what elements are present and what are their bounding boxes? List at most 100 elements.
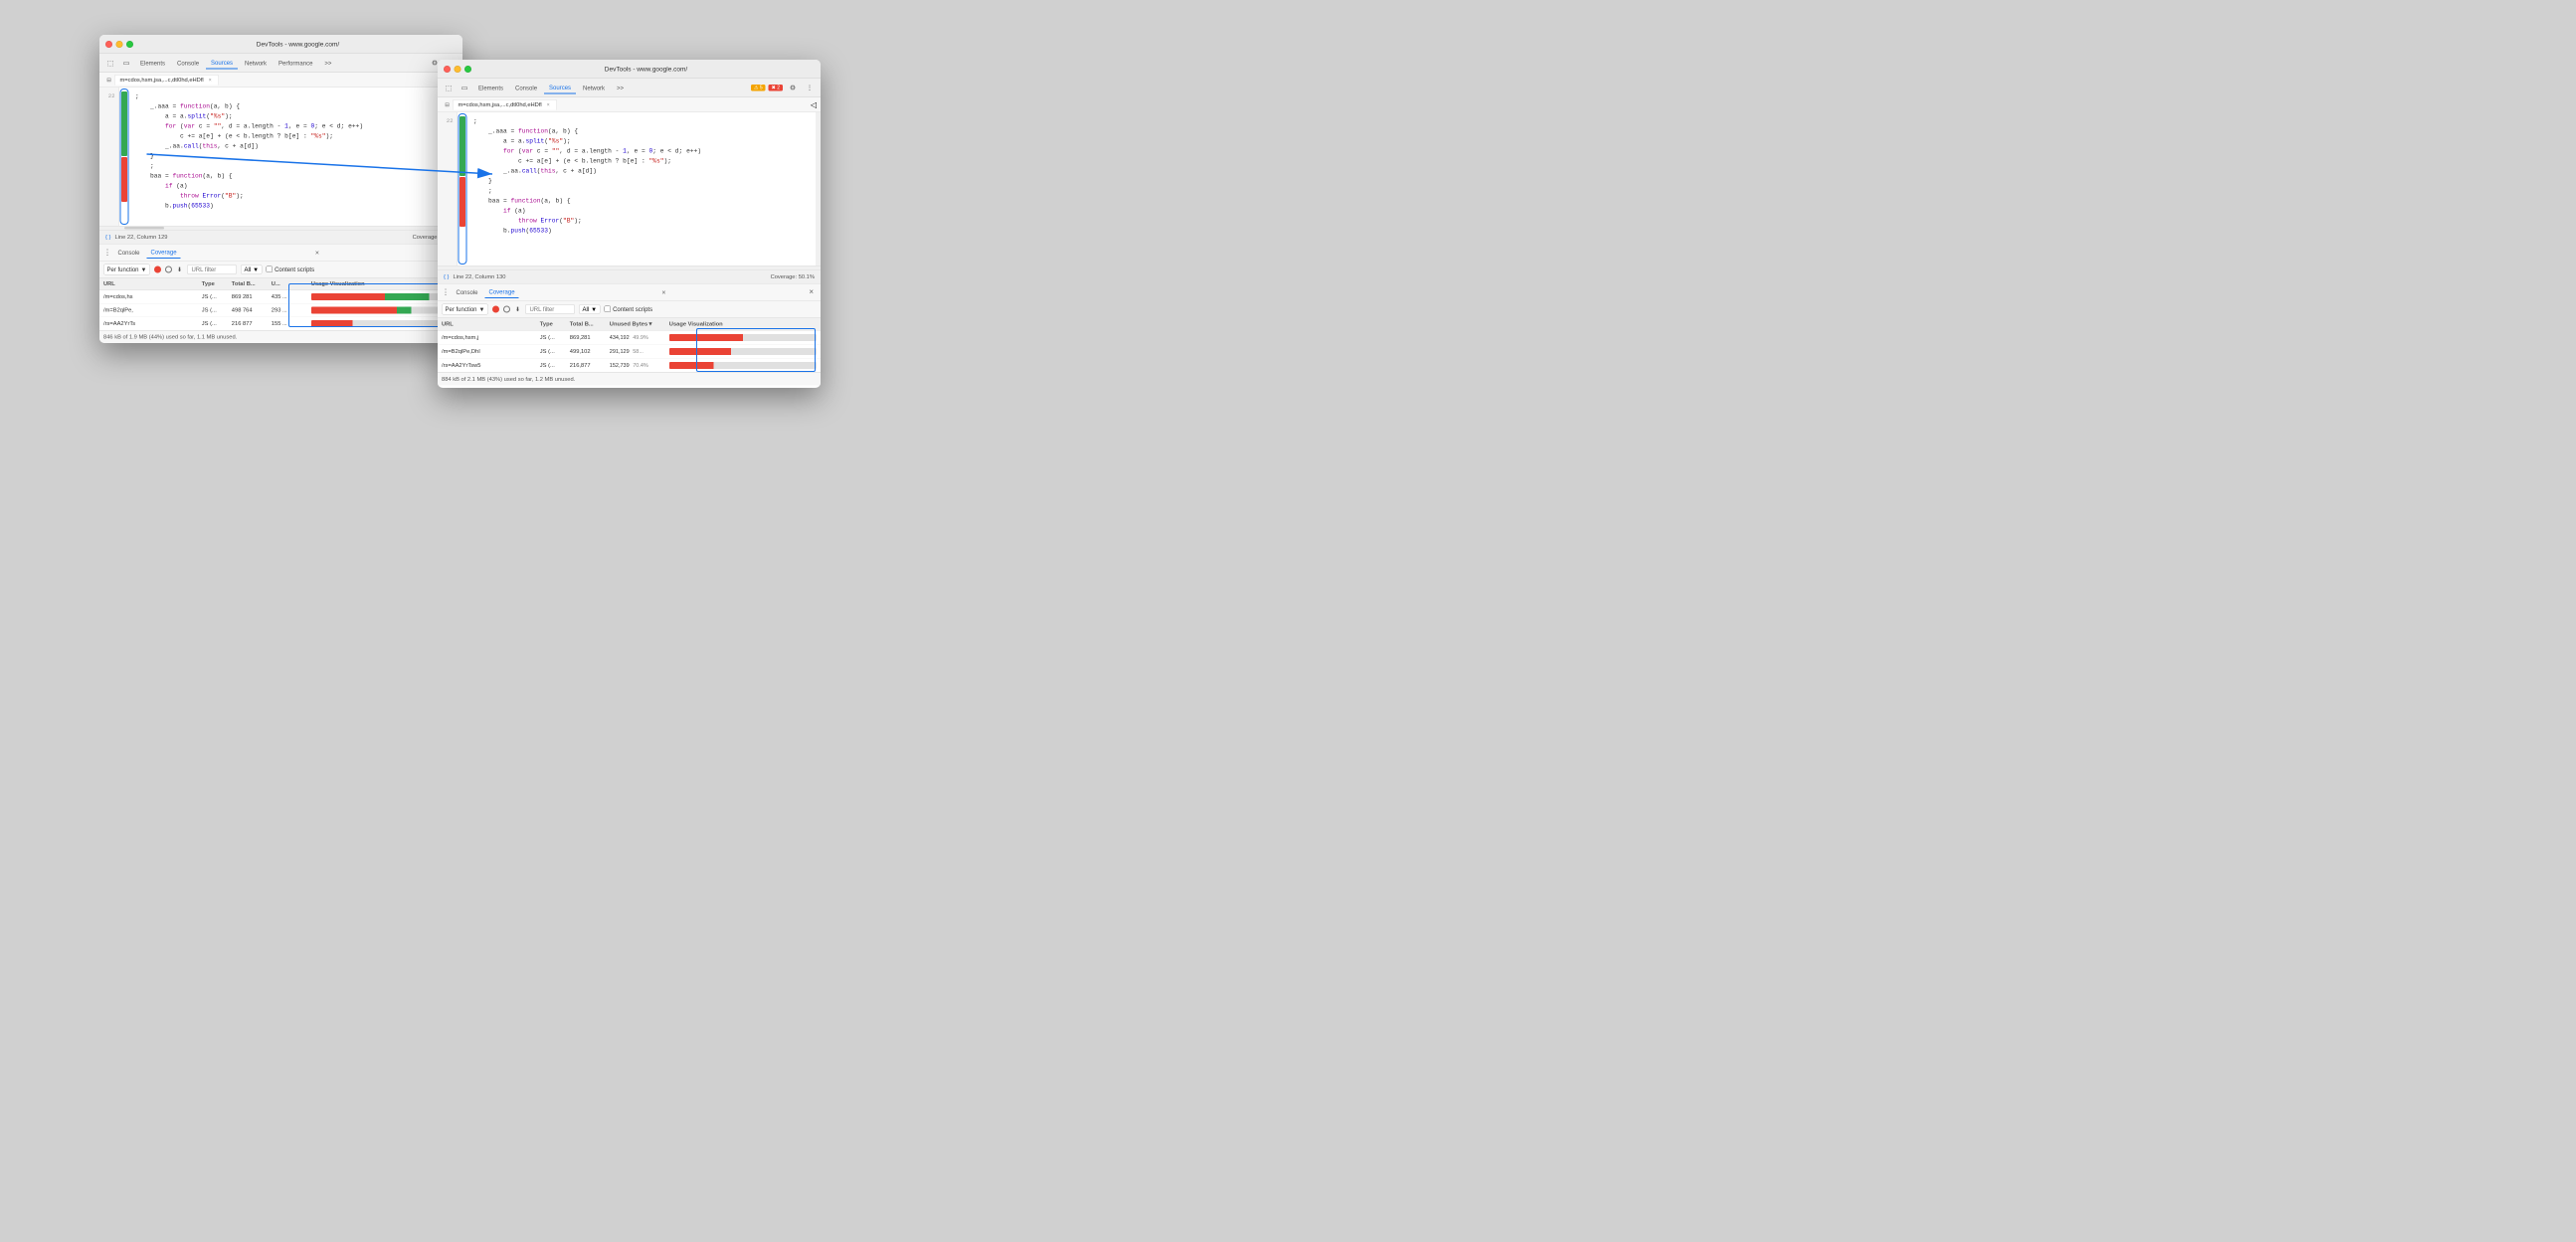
right-devtools-toolbar: ⬚ ▭ Elements Console Sources Network >> … (438, 79, 821, 97)
left-all-label: All (244, 266, 251, 272)
right-tab-coverage[interactable]: Coverage (485, 286, 519, 298)
left-tab-console[interactable]: Console (114, 247, 144, 258)
right-per-function-btn[interactable]: Per function ▼ (442, 303, 488, 314)
right-coverage-status: Coverage: 50.1% (771, 273, 815, 279)
left-panel-dots[interactable]: ⋮ (103, 248, 111, 258)
right-scrollbar[interactable] (816, 112, 821, 266)
right-tab-console[interactable]: Console (453, 286, 482, 297)
code-line-9: baa = function(a, b) { (135, 171, 452, 181)
right-panel-area: ⋮ Console Coverage × × Per function ▼ ⬇ … (438, 283, 821, 388)
right-content-scripts-checkbox[interactable] (605, 306, 612, 313)
close-button[interactable] (105, 41, 112, 48)
right-panel-right-close[interactable]: × (809, 287, 814, 296)
right-all-label: All (582, 305, 589, 312)
tab-more[interactable]: >> (319, 58, 336, 69)
tab-performance[interactable]: Performance (274, 58, 317, 69)
left-row2-vis-extra (397, 307, 412, 314)
traffic-lights (105, 41, 133, 48)
right-minimize-button[interactable] (455, 66, 461, 73)
left-row2-unused: 293 ... (272, 307, 311, 313)
device-icon[interactable]: ▭ (119, 56, 133, 70)
right-code-line-8: ; (473, 186, 810, 196)
right-row3-vis (669, 362, 817, 369)
left-file-tab[interactable]: m=cdos,hsm,jsa,...c,dtl0hd,eHDfl × (114, 75, 219, 86)
left-content-scripts-label[interactable]: Content scripts (267, 266, 315, 272)
right-all-dropdown[interactable]: All ▼ (579, 304, 601, 314)
right-tab-sources[interactable]: Sources (544, 82, 576, 93)
right-tab-network[interactable]: Network (578, 83, 610, 93)
right-col-url-header: URL (442, 321, 540, 327)
right-clear-icon[interactable] (503, 305, 510, 312)
right-error-badge: ✖ 2 (769, 85, 783, 91)
left-per-function-label: Per function (107, 266, 139, 272)
right-status-bar: { } Line 22, Column 130 Coverage: 50.1% (438, 269, 821, 283)
right-device-icon[interactable]: ▭ (458, 81, 471, 94)
left-row2-url: /m=B2qlPe, (103, 307, 202, 313)
right-panel-dots[interactable]: ⋮ (442, 287, 450, 297)
left-row3-total: 216 877 (232, 320, 272, 326)
left-table-row-2[interactable]: /m=B2qlPe, JS (... 498 764 293 ... (99, 304, 462, 317)
right-record-icon[interactable] (492, 305, 499, 312)
left-file-tab-close[interactable]: × (207, 77, 214, 84)
tab-network[interactable]: Network (240, 58, 272, 69)
right-panel-close[interactable]: × (658, 286, 669, 297)
right-row1-unused: 434,192 49.9% (610, 334, 669, 340)
left-url-filter[interactable] (187, 265, 237, 274)
right-tab-more[interactable]: >> (612, 83, 629, 93)
left-col-unused-header: U... (272, 281, 311, 287)
right-coverage-gutter (458, 112, 467, 266)
maximize-button[interactable] (126, 41, 133, 48)
left-row2-vis-used (311, 307, 397, 314)
right-table-row-2[interactable]: /m=B2qlPe,DhI JS (... 499,102 291,129 58… (438, 345, 821, 359)
right-download-icon[interactable]: ⬇ (514, 305, 521, 312)
right-content-scripts-label[interactable]: Content scripts (605, 305, 653, 312)
tab-elements[interactable]: Elements (135, 58, 170, 69)
left-coverage-table: URL Type Total B... U... Usage Visualiza… (99, 278, 462, 344)
right-sidebar-toggle[interactable]: ⊟ (442, 99, 453, 110)
right-code-line-12: b.push(65533) (473, 226, 810, 236)
right-collapse-icon[interactable]: ◁ (811, 99, 817, 109)
right-table-row-3[interactable]: /rs=AA2YrTsw5 JS (... 216,877 152,739 70… (438, 359, 821, 373)
left-content-scripts-checkbox[interactable] (267, 266, 274, 273)
code-line-2: _.aaa = function(a, b) { (135, 101, 452, 111)
right-table-header: URL Type Total B... Unused Bytes▼ Usage … (438, 318, 821, 331)
left-per-function-btn[interactable]: Per function ▼ (103, 264, 150, 274)
left-record-icon[interactable] (154, 266, 161, 272)
left-coverage-gutter (119, 88, 129, 226)
right-window-title: DevTools - www.google.com/ (477, 66, 815, 74)
right-maximize-button[interactable] (464, 66, 471, 73)
sidebar-toggle-icon[interactable]: ⊟ (103, 75, 114, 86)
left-clear-icon[interactable] (165, 266, 172, 272)
right-more-options-icon[interactable]: ⋮ (803, 81, 817, 94)
right-all-chevron: ▼ (591, 305, 597, 312)
right-row3-unused: 152,739 70.4% (610, 362, 669, 368)
left-col-total-header: Total B... (232, 281, 272, 287)
right-code-line-7: } (473, 176, 810, 186)
right-tab-console[interactable]: Console (510, 83, 542, 93)
left-code-area: 22 (99, 88, 462, 226)
right-col-vis-header: Usage Visualization (669, 321, 817, 327)
right-table-row-1[interactable]: /m=cdos,hsm,j JS (... 869,281 434,192 49… (438, 331, 821, 345)
left-table-row-1[interactable]: /m=cdos,hs JS (... 869 281 435 ... (99, 290, 462, 303)
tab-console[interactable]: Console (172, 58, 204, 69)
minimize-button[interactable] (116, 41, 123, 48)
left-col-vis-header: Usage Visualization (311, 281, 459, 287)
right-tab-elements[interactable]: Elements (473, 83, 508, 93)
code-line-4: for (var c = "", d = a.length - 1, e = 0… (135, 121, 452, 131)
right-file-tab[interactable]: m=cdos,hsm,jsa,...c,dtl0hd,eHDfl × (453, 99, 557, 110)
left-tab-coverage[interactable]: Coverage (147, 247, 181, 259)
cursor-icon[interactable]: ⬚ (103, 56, 117, 70)
right-close-button[interactable] (444, 66, 451, 73)
code-line-12: b.push(65533) (135, 201, 452, 211)
left-table-row-3[interactable]: /rs=AA2YrTs JS (... 216 877 155 ... (99, 317, 462, 330)
code-line-7: } (135, 151, 452, 161)
left-download-icon[interactable]: ⬇ (176, 266, 183, 272)
left-panel-close[interactable]: × (311, 247, 322, 258)
right-url-filter[interactable] (525, 304, 575, 314)
right-cursor-icon[interactable]: ⬚ (442, 81, 456, 94)
right-file-tab-close[interactable]: × (545, 101, 552, 108)
right-line-numbers: 22 (438, 112, 458, 266)
left-all-dropdown[interactable]: All ▼ (241, 265, 263, 274)
tab-sources[interactable]: Sources (206, 57, 238, 69)
right-settings-icon[interactable]: ⚙ (786, 81, 800, 94)
